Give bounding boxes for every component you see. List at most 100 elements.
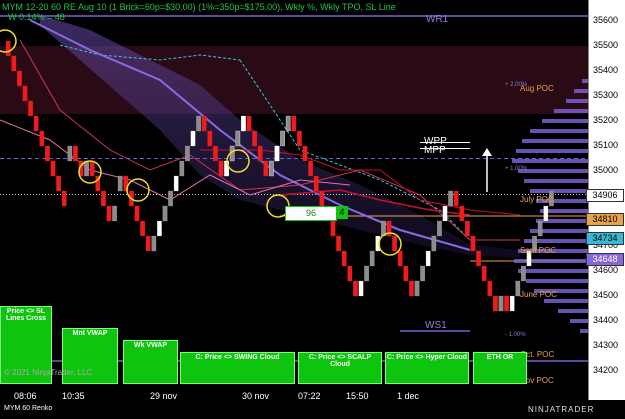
tpo-profile-bar xyxy=(544,299,588,303)
price-tick-label: 34500 xyxy=(593,290,619,300)
renko-brick xyxy=(179,160,185,177)
ws1-label: WS1 xyxy=(425,320,447,331)
renko-brick xyxy=(308,160,313,177)
swing-cloud-label: C: Price <> SWING Cloud xyxy=(195,354,280,361)
renko-brick xyxy=(420,265,425,282)
renko-brick xyxy=(437,220,442,237)
mpp-label: MPP xyxy=(424,145,446,156)
renko-brick xyxy=(89,160,95,177)
price-tag: 34734 xyxy=(586,231,624,245)
renko-brick xyxy=(280,130,285,147)
renko-brick xyxy=(431,235,437,252)
renko-brick xyxy=(101,190,106,207)
pct-plus1-label: + 1.00% xyxy=(505,166,528,172)
weekly-vwap-button[interactable]: Wk VWAP xyxy=(123,340,178,384)
renko-brick xyxy=(207,130,213,147)
price-tag: 34906 xyxy=(586,188,624,202)
chart-window: { "header": { "line1": "MYM 12-20 60 RE … xyxy=(0,0,625,419)
price-tick-label: 35000 xyxy=(593,165,619,175)
renko-brick xyxy=(56,175,61,192)
renko-brick xyxy=(269,160,274,177)
renko-brick xyxy=(397,250,403,267)
renko-brick xyxy=(73,145,78,162)
renko-brick xyxy=(157,220,162,237)
price-tick-label: 35600 xyxy=(593,15,619,25)
renko-brick xyxy=(521,265,526,282)
brand-logo: NINJATRADER xyxy=(528,405,595,414)
up-arrow-icon xyxy=(482,148,492,192)
brick-counter: 96 xyxy=(285,206,337,221)
renko-brick xyxy=(218,160,224,177)
tpo-profile-bar xyxy=(574,89,588,93)
tpo-profile-bar xyxy=(530,189,588,193)
hyper-cloud-button[interactable]: C: Price <> Hyper Cloud xyxy=(385,352,469,384)
instrument-tab[interactable]: MYM 60 Renko xyxy=(4,405,52,412)
renko-brick xyxy=(302,145,308,162)
tpo-profile-bar xyxy=(518,269,588,273)
june-poc-label: June POC xyxy=(520,290,557,299)
renko-brick xyxy=(453,190,459,207)
renko-brick xyxy=(358,280,364,297)
renko-brick xyxy=(22,85,28,102)
sept-poc-label: Sept POC xyxy=(520,246,557,255)
renko-brick xyxy=(84,160,89,177)
renko-brick xyxy=(117,175,123,192)
renko-brick xyxy=(481,265,487,282)
renko-brick xyxy=(297,130,302,147)
renko-brick xyxy=(162,205,168,222)
renko-brick xyxy=(465,220,470,237)
renko-brick xyxy=(241,115,246,132)
renko-brick xyxy=(235,130,241,147)
copyright-text: © 2021 NinjaTrader, LLC xyxy=(4,368,93,377)
renko-brick xyxy=(319,190,325,207)
brick-counter-right: 4 xyxy=(336,206,348,219)
swing-cloud-button[interactable]: C: Price <> SWING Cloud xyxy=(180,352,295,384)
renko-brick xyxy=(201,115,207,132)
july-poc-label: July POC xyxy=(520,195,554,204)
tpo-profile-bar xyxy=(516,149,588,153)
tpo-profile-bar xyxy=(514,259,588,263)
tpo-profile-bar xyxy=(580,329,588,333)
wr1-label: WR1 xyxy=(426,14,449,25)
price-tick-label: 35500 xyxy=(593,40,619,50)
price-tag: 34648 xyxy=(586,253,624,266)
renko-brick xyxy=(112,205,117,222)
renko-brick xyxy=(185,145,190,162)
chart-header-subtitle: W 0.14% = 48 xyxy=(8,12,65,22)
tpo-profile-bar xyxy=(526,279,588,283)
tpo-profile-bar xyxy=(566,99,588,103)
scalp-cloud-button[interactable]: C: Price <> SCALP Cloud xyxy=(298,352,382,384)
renko-brick xyxy=(509,295,515,312)
renko-brick xyxy=(409,280,414,297)
tpo-profile-bar xyxy=(554,109,588,113)
pct-minus1-label: - 1.00% xyxy=(505,332,526,338)
renko-brick xyxy=(213,145,218,162)
renko-brick xyxy=(353,280,358,297)
renko-brick xyxy=(50,160,56,177)
price-tick-label: 34300 xyxy=(593,340,619,350)
price-tag: 34810 xyxy=(586,212,624,226)
renko-brick xyxy=(196,115,201,132)
price-tick-label: 35100 xyxy=(593,140,619,150)
renko-brick xyxy=(61,190,67,207)
renko-brick xyxy=(425,250,431,267)
renko-brick xyxy=(498,295,504,312)
eth-or-button[interactable]: ETH OR xyxy=(473,352,527,384)
renko-brick xyxy=(487,280,493,297)
tpo-profile-bar xyxy=(512,159,588,163)
chart-header-title: MYM 12-20 60 RE Aug 10 (1 Brick=60p=$30.… xyxy=(2,2,396,12)
renko-brick xyxy=(168,190,173,207)
renko-brick xyxy=(106,205,112,222)
renko-brick xyxy=(470,235,476,252)
signal-circle xyxy=(126,178,150,202)
price-tick-label: 35400 xyxy=(593,65,619,75)
price-tick-label: 34200 xyxy=(593,365,619,375)
renko-brick xyxy=(493,295,498,312)
renko-brick xyxy=(252,130,257,147)
price-tick-label: 34400 xyxy=(593,315,619,325)
renko-brick xyxy=(246,115,252,132)
monthly-vwap-label: Mnt VWAP xyxy=(72,330,108,337)
renko-brick xyxy=(39,130,45,147)
pct-plus2-label: + 2.00% xyxy=(505,82,528,88)
renko-brick xyxy=(459,205,465,222)
